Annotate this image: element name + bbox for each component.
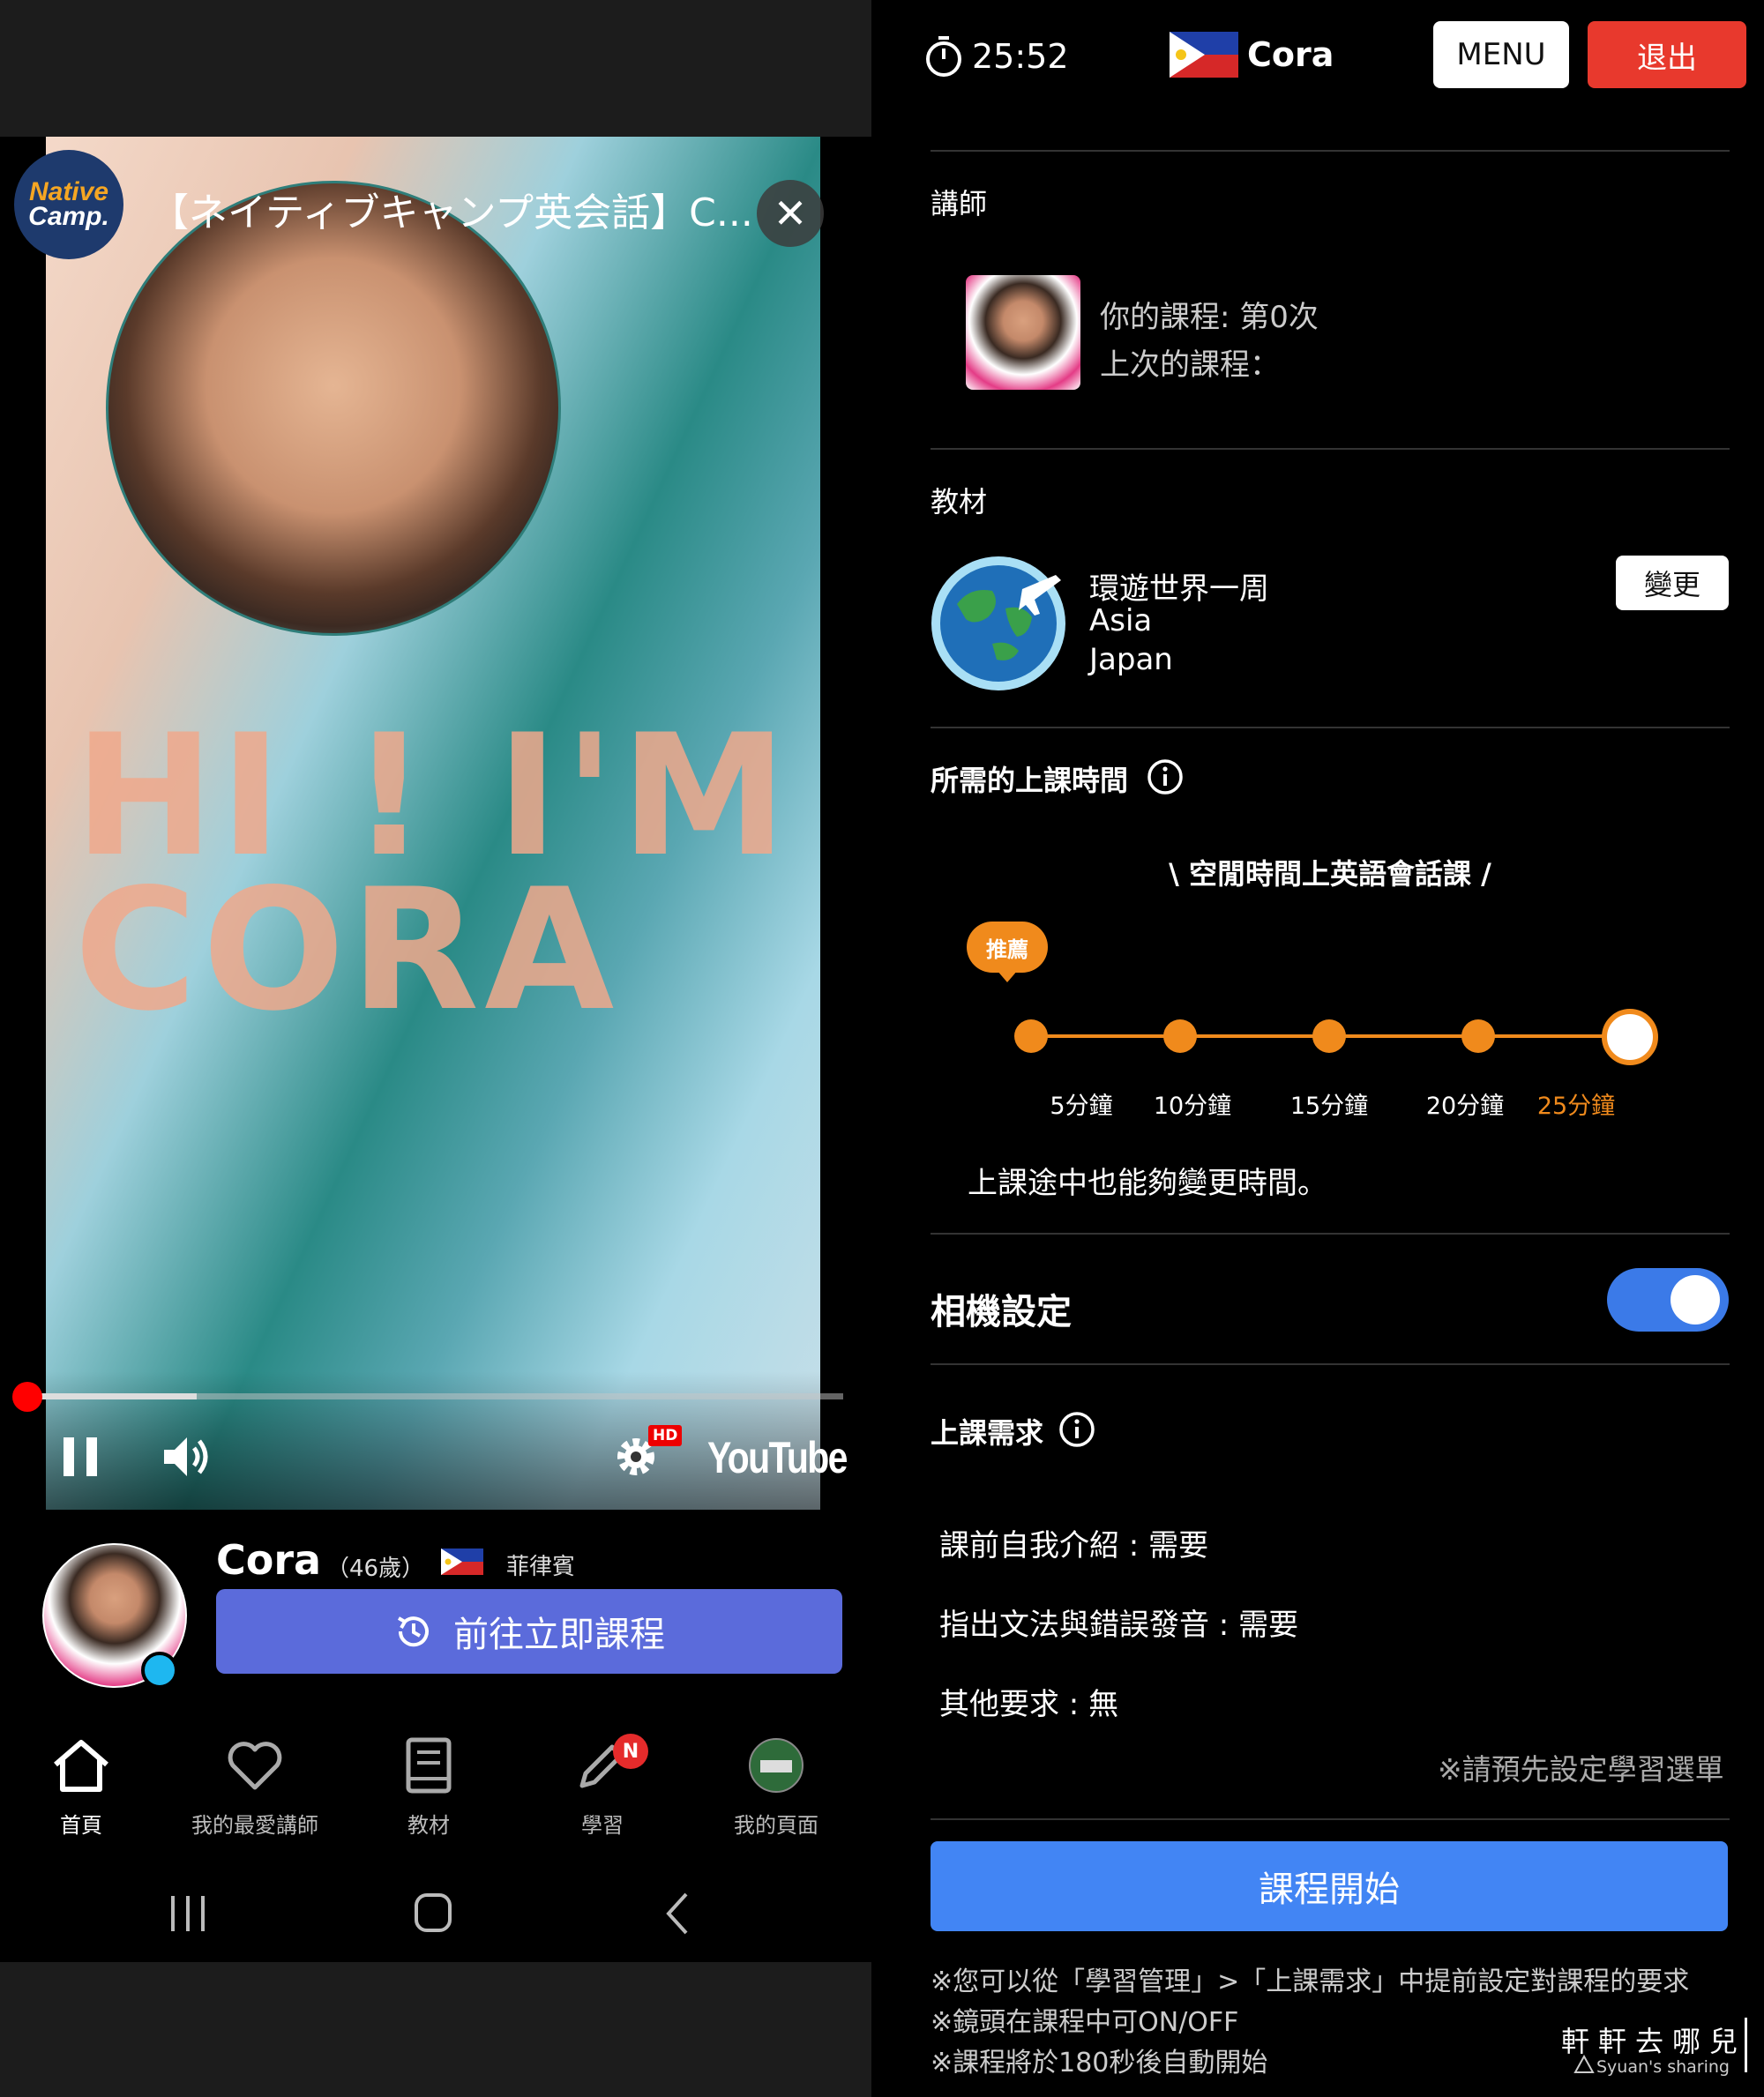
book-icon: [406, 1737, 452, 1794]
tutor-section-title: 講師: [931, 187, 988, 220]
nav-favorite-label: 我的最愛講師: [191, 1813, 318, 1838]
logo-line-2: Camp.: [28, 202, 109, 231]
footnote: ※您可以從「學習管理」>「上課需求」中提前設定對課程的要求: [931, 1966, 1690, 1997]
teacher-country: 菲律賓: [506, 1554, 576, 1580]
duration-label: 5分鐘: [1050, 1093, 1113, 1120]
divider: [931, 1233, 1730, 1235]
timer-readout: 25:52: [972, 37, 1069, 76]
footnote: ※課程將於180秒後自動開始: [931, 2048, 1268, 2078]
recommend-badge-tail: [997, 970, 1018, 982]
close-video-button[interactable]: ✕: [757, 180, 824, 247]
camera-setting-title: 相機設定: [931, 1292, 1072, 1332]
duration-label-selected: 25分鐘: [1536, 1093, 1616, 1120]
request-section-title: 上課需求: [931, 1416, 1044, 1450]
preset-note: ※請預先設定學習選單: [1438, 1752, 1724, 1787]
video-letterbox-left: [0, 137, 46, 1510]
philippines-flag-icon: [441, 1548, 483, 1575]
duration-change-note: 上課途中也能夠變更時間。: [968, 1166, 1327, 1201]
material-section-title: 教材: [931, 485, 988, 519]
recent-apps-icon[interactable]: [171, 1896, 205, 1931]
timer-icon: [926, 36, 961, 77]
teacher-name: Cora: [216, 1536, 322, 1584]
duration-section-title: 所需的上課時間: [931, 764, 1129, 797]
nav-study-label: 學習: [581, 1813, 624, 1838]
heart-icon: [228, 1742, 282, 1790]
logo-line-1: Native: [28, 177, 109, 206]
video-overlay-text: HI ! I'M CORA: [74, 698, 793, 1048]
video-progress-fill: [25, 1393, 197, 1399]
teacher-face-circle: [106, 181, 561, 636]
nav-study[interactable]: 學習: [523, 1734, 682, 1839]
divider: [931, 448, 1730, 450]
watermark-triangle-icon: [1573, 2055, 1595, 2073]
nativecamp-channel-logo[interactable]: Native Camp.: [14, 150, 123, 259]
nav-my-page[interactable]: 我的頁面: [697, 1734, 856, 1839]
header-teacher-name: Cora: [1247, 35, 1334, 74]
camera-toggle-knob: [1671, 1275, 1720, 1325]
nav-materials[interactable]: 教材: [349, 1734, 508, 1839]
tutor-photo: [966, 275, 1080, 390]
globe-airplane-icon: [931, 556, 1065, 690]
last-course: 上次的課程：: [1100, 347, 1280, 383]
hd-badge: HD: [648, 1425, 683, 1446]
duration-label: 10分鐘: [1153, 1093, 1232, 1120]
start-lesson-button[interactable]: 課程開始: [931, 1841, 1728, 1931]
info-icon[interactable]: [1058, 1411, 1095, 1448]
divider: [931, 727, 1730, 728]
footnote: ※鏡頭在課程中可ON/OFF: [931, 2007, 1239, 2038]
volume-icon[interactable]: [159, 1430, 212, 1483]
profile-icon: [749, 1738, 804, 1793]
video-progress-handle[interactable]: [12, 1382, 42, 1412]
divider: [931, 150, 1730, 152]
duration-option-10[interactable]: [1163, 1019, 1197, 1053]
course-count: 你的課程: 第0次: [1100, 300, 1319, 335]
duration-label: 20分鐘: [1425, 1093, 1505, 1120]
history-clock-icon: [398, 1616, 429, 1647]
philippines-flag-icon: [1170, 32, 1238, 78]
home-system-icon[interactable]: [415, 1893, 452, 1932]
info-icon[interactable]: [1147, 758, 1184, 795]
duration-option-20[interactable]: [1461, 1019, 1495, 1053]
request-item: 課前自我介紹 : 需要: [939, 1528, 1209, 1563]
change-material-button[interactable]: 變更: [1616, 556, 1729, 610]
material-topic: Japan: [1089, 642, 1173, 677]
nav-home[interactable]: 首頁: [2, 1734, 161, 1839]
youtube-video-player[interactable]: HI ! I'M CORA: [46, 137, 820, 1510]
teacher-age: （46歲）: [326, 1556, 425, 1582]
watermark-english: Syuan's sharing: [1596, 2057, 1730, 2077]
duration-slogan: \ 空閒時間上英語會話課 /: [1169, 857, 1491, 891]
material-region: Asia: [1089, 603, 1153, 638]
notification-badge: N: [613, 1734, 648, 1769]
status-area: [0, 0, 871, 137]
request-item: 其他要求 : 無: [939, 1687, 1119, 1722]
go-to-instant-lesson-button[interactable]: 前往立即課程: [216, 1589, 842, 1674]
duration-option-25-selected[interactable]: [1602, 1009, 1658, 1065]
video-letterbox-right: [820, 137, 871, 1510]
menu-button[interactable]: MENU: [1433, 21, 1569, 88]
video-title[interactable]: 【ネイティブキャンプ英会話】C...: [150, 181, 753, 237]
duration-option-5[interactable]: [1014, 1019, 1048, 1053]
divider: [931, 1818, 1730, 1820]
youtube-logo[interactable]: YouTube: [707, 1432, 848, 1483]
android-system-nav: [171, 1892, 688, 1935]
duration-label: 15分鐘: [1289, 1093, 1369, 1120]
nav-favorite-teachers[interactable]: 我的最愛講師: [176, 1734, 334, 1839]
nav-materials-label: 教材: [407, 1813, 450, 1838]
back-icon[interactable]: [666, 1892, 688, 1935]
nav-home-label: 首頁: [60, 1813, 102, 1838]
online-status-dot: [141, 1652, 178, 1689]
recommend-badge: 推薦: [967, 922, 1048, 973]
watermark-bar: [1745, 2018, 1747, 2072]
close-icon: ✕: [773, 190, 808, 237]
home-icon: [54, 1740, 108, 1792]
go-button-label: 前往立即課程: [453, 1615, 665, 1655]
request-item: 指出文法與錯誤發音 : 需要: [939, 1608, 1299, 1643]
duration-option-15[interactable]: [1312, 1019, 1346, 1053]
material-name: 環遊世界一周: [1089, 571, 1269, 607]
exit-button[interactable]: 退出: [1588, 21, 1746, 88]
pause-icon[interactable]: [62, 1436, 101, 1478]
bottom-bezel: [0, 1962, 871, 2097]
nav-my-page-label: 我的頁面: [734, 1813, 818, 1838]
divider: [931, 1363, 1730, 1365]
